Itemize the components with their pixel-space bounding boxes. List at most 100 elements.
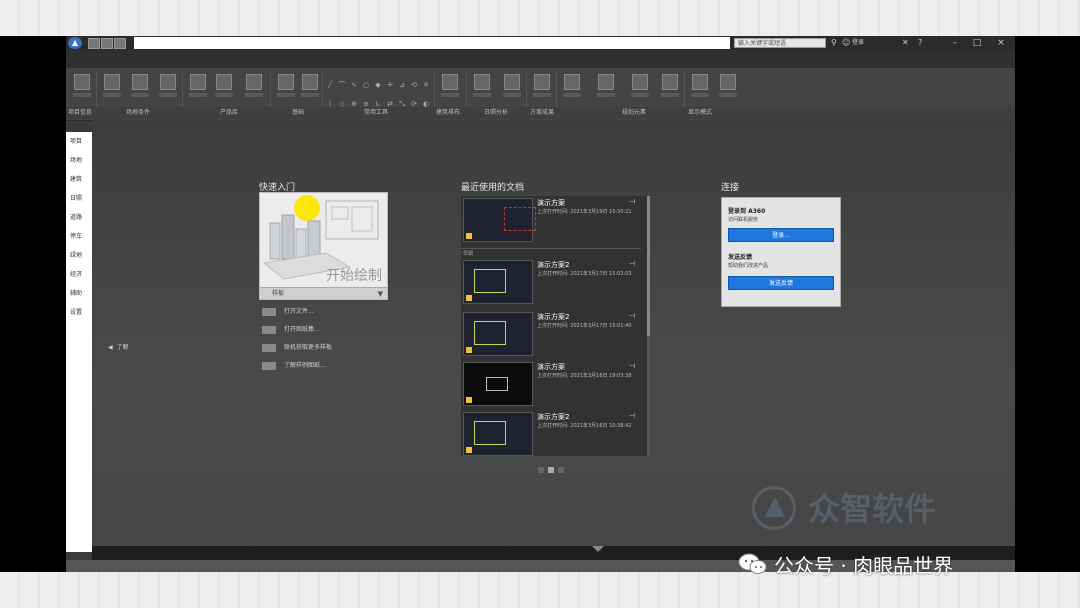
recent-separator: 早期 — [461, 248, 641, 258]
minimize-button[interactable]: – — [946, 37, 964, 49]
panel-label: 显示模式 — [688, 109, 713, 116]
start-drawing-label: 开始绘制 — [326, 268, 382, 284]
panel-label: 方案成果 — [530, 109, 555, 116]
ribbon-button-plan-1[interactable] — [560, 72, 584, 108]
collapse-toggle[interactable]: ◀ 了解 — [108, 342, 128, 351]
ribbon-button-result[interactable] — [530, 72, 554, 108]
pin-icon[interactable]: ⊣ — [629, 198, 635, 206]
doc-name: 演示方案2 — [537, 261, 570, 269]
recent-pager[interactable] — [536, 458, 566, 473]
ribbon-button-product-2[interactable] — [212, 72, 236, 108]
ribbon-button-sun-1[interactable] — [470, 72, 494, 108]
panel-label: 常用工具 — [364, 109, 389, 116]
doc-name: 演示方案 — [537, 363, 565, 371]
ribbon-button-display-1[interactable] — [688, 72, 712, 108]
ribbon-button-site-3[interactable] — [156, 72, 180, 108]
pin-icon[interactable]: ⊣ — [629, 362, 635, 370]
exchange-icon[interactable]: ✕ — [902, 38, 909, 48]
wechat-watermark: 公众号 · 肉眼品世界 — [774, 554, 954, 578]
nav-item-project[interactable]: 项目 — [70, 138, 82, 146]
nav-item-assist[interactable]: 辅助 — [70, 290, 82, 298]
doc-name: 演示方案2 — [537, 313, 570, 321]
ribbon-button-plan-3[interactable] — [628, 72, 652, 108]
panel-label: 基础 — [292, 109, 305, 116]
pin-icon[interactable]: ⊣ — [629, 412, 635, 420]
doc-name: 演示方案2 — [537, 413, 570, 421]
nav-item-parking[interactable]: 停车 — [70, 233, 82, 241]
panel-label: 产品库 — [220, 109, 239, 116]
doc-time: 上次打开时间: 2021年3月19日 10:30:21 — [537, 209, 632, 215]
nav-item-economy[interactable]: 经济 — [70, 271, 82, 279]
binoculars-icon[interactable]: ⚲ — [831, 38, 837, 48]
cursor-highlight — [294, 195, 320, 221]
template-select[interactable]: 样板 ▼ — [260, 287, 387, 299]
sheet-set-icon — [262, 325, 276, 334]
ribbon-button-sun-2[interactable] — [500, 72, 524, 108]
recent-docs-list: 演示方案 上次打开时间: 2021年3月19日 10:30:21 ⊣ 早期 演示… — [461, 196, 648, 456]
feedback-heading: 发送反馈 — [728, 254, 753, 261]
connect-title: 连接 — [721, 183, 740, 193]
ribbon-button-arrange[interactable] — [438, 72, 462, 108]
nav-item-sunlight[interactable]: 日照 — [70, 195, 82, 203]
ribbon-button-project-info[interactable] — [70, 72, 94, 108]
sample-drawings-link[interactable]: 了解样例图纸... — [262, 360, 326, 372]
login-sub: 访问联机服务 — [728, 217, 759, 223]
new-file-icon[interactable] — [88, 38, 100, 49]
brand-watermark: 众智软件 — [808, 490, 937, 528]
ribbon-button-display-2[interactable] — [716, 72, 740, 108]
recent-doc-item[interactable]: 演示方案2 上次打开时间: 2021年3月16日 10:38:42 ⊣ — [461, 410, 641, 458]
ribbon-button-product-1[interactable] — [186, 72, 210, 108]
link-label: 了解样例图纸... — [284, 362, 326, 369]
user-icon[interactable]: ☺ — [842, 38, 850, 48]
close-button[interactable]: × — [992, 37, 1010, 49]
recent-doc-item[interactable]: 演示方案2 上次打开时间: 2021年3月17日 15:01:40 ⊣ — [461, 310, 641, 358]
common-tools-grid[interactable]: ╱ ⌒ ∿ ○ ◆ ✛ ⊿ ⟲ ✕ ⌇ ◇ ⊕ ≡ ∟ ⇄ ⤡ ⟳ ◐ — [324, 72, 432, 108]
ribbon-button-plan-4[interactable] — [658, 72, 682, 108]
open-file-link[interactable]: 打开文件... — [262, 306, 314, 318]
recent-doc-item[interactable]: 演示方案2 上次打开时间: 2021年3月17日 15:02:03 ⊣ — [461, 258, 641, 306]
start-drawing-card[interactable]: 开始绘制 样板 ▼ — [259, 192, 388, 300]
pin-icon[interactable]: ⊣ — [629, 260, 635, 268]
panel-label: 场地条件 — [126, 109, 151, 116]
login-button[interactable]: 登录... — [728, 228, 834, 242]
doc-thumbnail — [463, 198, 536, 242]
recent-doc-item[interactable]: 演示方案 上次打开时间: 2021年3月16日 19:03:38 ⊣ — [461, 360, 641, 408]
doc-time: 上次打开时间: 2021年3月17日 15:02:03 — [537, 271, 632, 277]
help-icon[interactable]: ? — [918, 38, 922, 48]
ribbon-button-base-1[interactable] — [274, 72, 298, 108]
maximize-button[interactable]: □ — [968, 37, 986, 49]
ribbon-button-product-3[interactable] — [242, 72, 266, 108]
app-logo-icon[interactable]: ▲ — [68, 37, 82, 49]
open-sheet-set-link[interactable]: 打开图纸集... — [262, 324, 320, 336]
send-feedback-button[interactable]: 发送反馈 — [728, 276, 834, 290]
link-label: 联机获取更多样板 — [284, 344, 333, 351]
folder-icon — [262, 307, 276, 316]
ribbon-button-base-2[interactable] — [298, 72, 322, 108]
nav-item-green[interactable]: 绿地 — [70, 252, 82, 260]
nav-item-site[interactable]: 场地 — [70, 157, 82, 165]
ribbon-button-plan-2[interactable] — [594, 72, 618, 108]
nav-item-settings[interactable]: 设置 — [70, 309, 82, 317]
recent-doc-item[interactable]: 演示方案 上次打开时间: 2021年3月19日 10:30:21 ⊣ — [461, 196, 641, 244]
doc-time: 上次打开时间: 2021年3月16日 10:38:42 — [537, 423, 632, 429]
login-link[interactable]: 登录 — [852, 38, 864, 48]
open-file-icon[interactable] — [101, 38, 113, 49]
ribbon-button-site-2[interactable] — [128, 72, 152, 108]
nav-item-road[interactable]: 道路 — [70, 214, 82, 222]
template-icon — [262, 343, 276, 352]
doc-thumbnail — [463, 362, 533, 406]
title-bar: ▲ 输入关键字或短语 ⚲ ☺ 登录 ✕ ? – □ × — [66, 36, 1015, 50]
undo-icon[interactable] — [114, 38, 126, 49]
left-letterbox — [0, 36, 66, 572]
get-templates-link[interactable]: 联机获取更多样板 — [262, 342, 332, 354]
nav-item-building[interactable]: 建筑 — [70, 176, 82, 184]
chevron-down-icon: ▼ — [377, 290, 383, 298]
search-input[interactable]: 输入关键字或短语 — [734, 38, 826, 48]
ribbon-tabs — [66, 50, 1015, 68]
link-label: 打开文件... — [284, 308, 314, 315]
ribbon-button-site-1[interactable] — [100, 72, 124, 108]
ribbon-panel-labels: 项目信息 场地条件 产品库 基础 常用工具 建筑排布 日照分析 方案成果 规划元… — [66, 107, 1015, 119]
pin-icon[interactable]: ⊣ — [629, 312, 635, 320]
recent-scrollbar[interactable] — [647, 196, 650, 456]
sample-icon — [262, 361, 276, 370]
